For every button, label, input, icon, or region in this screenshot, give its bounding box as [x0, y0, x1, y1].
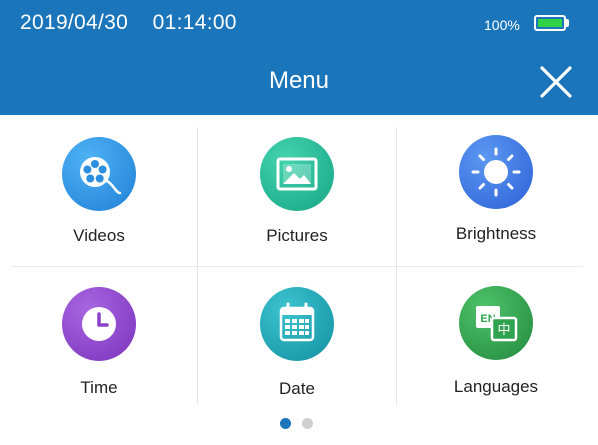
translate-icon: EN 中 — [459, 286, 533, 360]
close-button[interactable] — [536, 62, 576, 102]
calendar-icon — [260, 287, 334, 361]
film-reel-icon — [62, 137, 136, 211]
menu-item-label: Languages — [453, 377, 539, 396]
datetime-text: 2019/04/30 01:14:00 — [20, 11, 237, 34]
status-bar: 2019/04/30 01:14:00 100% — [0, 0, 598, 50]
menu-item-label: Date — [279, 379, 315, 398]
menu-item-languages[interactable]: EN 中 Languages — [397, 267, 595, 415]
page-title: Menu — [268, 67, 330, 94]
menu-item-time[interactable]: Time — [0, 267, 198, 415]
sun-icon — [459, 135, 533, 209]
menu-item-pictures[interactable]: Pictures — [198, 115, 396, 263]
menu-item-videos[interactable]: Videos — [0, 115, 198, 263]
menu-item-label: Time — [80, 378, 118, 397]
page-dot-inactive[interactable] — [302, 418, 313, 429]
battery-cap — [566, 19, 569, 27]
menu-item-label: Videos — [73, 226, 125, 245]
page-dot-active[interactable] — [280, 418, 291, 429]
battery-percentage: 100% — [484, 17, 520, 33]
clock-icon — [62, 287, 136, 361]
menu-item-date[interactable]: Date — [198, 267, 396, 415]
page-indicator — [0, 418, 598, 430]
close-icon — [540, 66, 572, 98]
svg-text:中: 中 — [497, 323, 510, 338]
battery-full-icon — [534, 15, 566, 31]
menu-item-label: Brightness — [455, 224, 537, 243]
menu-item-brightness[interactable]: Brightness — [397, 115, 595, 263]
picture-icon — [260, 137, 334, 211]
battery-fill — [538, 19, 562, 27]
menu-grid: Videos Pictures Brightness Time Date EN … — [0, 115, 598, 410]
menu-item-label: Pictures — [266, 226, 328, 245]
